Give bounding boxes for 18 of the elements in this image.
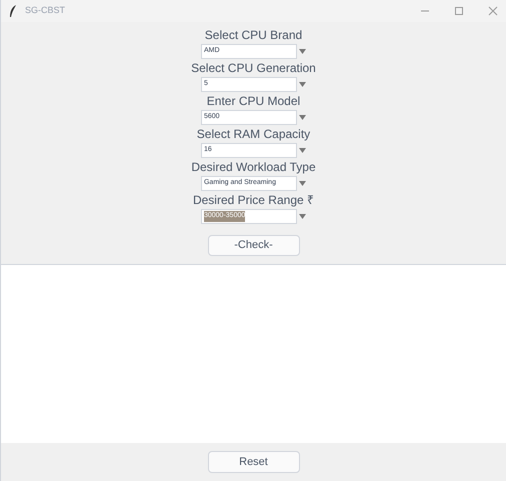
field-label: Select RAM Capacity <box>196 126 310 143</box>
dropdown-arrow-icon[interactable] <box>298 148 306 153</box>
dropdown-arrow-icon[interactable] <box>298 82 306 87</box>
dropdown-arrow-icon[interactable] <box>298 115 306 120</box>
dropdown-arrow-icon[interactable] <box>298 49 306 54</box>
dropdown-arrow-icon[interactable] <box>298 214 306 219</box>
dropdown-arrow-icon[interactable] <box>298 181 306 186</box>
check-button[interactable]: -Check- <box>208 235 300 256</box>
close-icon[interactable] <box>488 6 498 16</box>
feather-icon <box>9 5 17 17</box>
window-title: SG-CBST <box>25 4 66 18</box>
maximize-icon[interactable] <box>454 6 464 16</box>
field-label: Select CPU Generation <box>191 60 316 77</box>
field-label: Desired Price Range ₹ <box>192 192 314 209</box>
field-label: Select CPU Brand <box>204 27 302 44</box>
reset-button[interactable]: Reset <box>208 451 300 473</box>
field-label: Enter CPU Model <box>206 93 300 110</box>
field-label: Desired Workload Type <box>191 159 316 176</box>
